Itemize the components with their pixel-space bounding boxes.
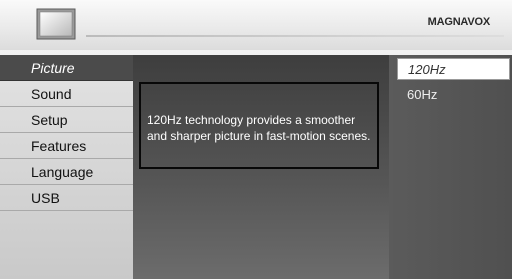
menu-item-picture[interactable]: Picture: [0, 55, 133, 81]
brand-logo: MAGNAVOX: [427, 16, 491, 28]
menu-item-usb[interactable]: USB: [0, 185, 133, 211]
option-60hz[interactable]: 60Hz: [397, 84, 510, 106]
menu-item-setup[interactable]: Setup: [0, 107, 133, 133]
tv-menu-screen: MAGNAVOX Picture Sound Setup Features La…: [0, 0, 512, 279]
header-bar: MAGNAVOX: [0, 0, 512, 50]
option-120hz[interactable]: 120Hz: [397, 58, 510, 80]
info-box: 120Hz technology provides a smoother and…: [139, 82, 379, 169]
menu-item-language[interactable]: Language: [0, 159, 133, 185]
option-panel: 120Hz 60Hz: [389, 55, 512, 279]
info-description: 120Hz technology provides a smoother and…: [147, 113, 371, 143]
tv-icon: [36, 8, 76, 40]
main-menu: Picture Sound Setup Features Language US…: [0, 55, 133, 279]
menu-item-sound[interactable]: Sound: [0, 81, 133, 107]
header-divider: [86, 35, 504, 37]
menu-item-features[interactable]: Features: [0, 133, 133, 159]
